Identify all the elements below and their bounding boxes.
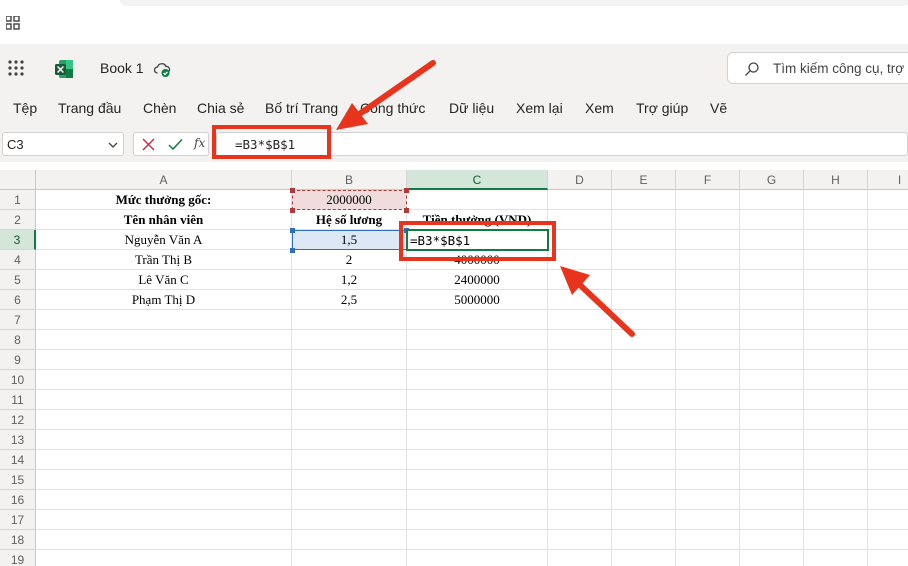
row-header-12[interactable]: 12 [0,410,36,430]
ref-handle-b1-br[interactable] [404,208,409,213]
row-header-10[interactable]: 10 [0,370,36,390]
menu-review[interactable]: Xem lại [516,100,563,116]
formula-bar: C3 fx =B3*$B$1 [0,128,908,162]
app-launcher-icon[interactable] [8,60,24,76]
column-header-e[interactable]: E [612,170,676,190]
cell-a6[interactable]: Phạm Thị D [36,290,292,310]
row-header-6[interactable]: 6 [0,290,36,310]
cell-c6[interactable]: 5000000 [407,290,548,310]
formula-input[interactable]: =B3*$B$1 [216,132,908,156]
chevron-down-icon[interactable] [107,139,119,151]
menu-page-layout[interactable]: Bố trí Trang [265,100,338,116]
row-header-7[interactable]: 7 [0,310,36,330]
browser-top-strip [0,0,908,44]
menu-view[interactable]: Xem [585,100,614,116]
ref-handle-b1-bl[interactable] [290,208,295,213]
cell-c5[interactable]: 2400000 [407,270,548,290]
cell-a3[interactable]: Nguyễn Văn A [36,230,292,250]
check-icon[interactable] [168,138,183,151]
formula-text: =B3*$B$1 [235,137,296,152]
row-header-5[interactable]: 5 [0,270,36,290]
column-header-i[interactable]: I [868,170,908,190]
row-header-4[interactable]: 4 [0,250,36,270]
column-header-a[interactable]: A [36,170,292,190]
active-cell-formula: =B3*$B$1 [410,233,471,248]
ref-handle-b3-bl[interactable] [290,248,295,253]
column-header-f[interactable]: F [676,170,740,190]
cancel-icon[interactable] [142,138,155,151]
name-box-value: C3 [7,137,24,152]
menu-draw[interactable]: Vẽ [710,100,727,116]
row-header-14[interactable]: 14 [0,450,36,470]
row-header-3[interactable]: 3 [0,230,36,250]
row-header-16[interactable]: 16 [0,490,36,510]
active-cell-c3[interactable]: =B3*$B$1 [406,229,549,251]
worksheet-grid[interactable]: A B C D E F G H I 1 2 3 4 5 6 7 8 9 10 1… [0,170,908,566]
row-header-8[interactable]: 8 [0,330,36,350]
cell-b6[interactable]: 2,5 [292,290,407,310]
row-header-9[interactable]: 9 [0,350,36,370]
menu-formulas[interactable]: Công thức [360,100,425,116]
title-bar: Book 1 Tìm kiếm công cụ, trợ [0,44,908,92]
tab-strip-edge [120,0,908,6]
row-header-19[interactable]: 19 [0,550,36,566]
column-header-c[interactable]: C [407,170,548,190]
cell-b1[interactable]: 2000000 [292,190,407,210]
menu-help[interactable]: Trợ giúp [636,100,688,116]
ribbon-menu: Tệp Trang đầu Chèn Chia sẻ Bố trí Trang … [0,92,908,128]
row-header-2[interactable]: 2 [0,210,36,230]
formula-controls: fx [133,132,209,156]
cell-a5[interactable]: Lê Văn C [36,270,292,290]
column-header-g[interactable]: G [740,170,804,190]
row-header-18[interactable]: 18 [0,530,36,550]
search-box[interactable]: Tìm kiếm công cụ, trợ [727,52,908,84]
menu-data[interactable]: Dữ liệu [449,100,494,116]
column-header-b[interactable]: B [292,170,407,190]
ref-handle-b1-tl[interactable] [290,188,295,193]
name-box[interactable]: C3 [2,132,124,156]
cell-c4[interactable]: 4000000 [407,250,548,270]
cell-a2[interactable]: Tên nhân viên [36,210,292,230]
menu-file[interactable]: Tệp [13,100,37,116]
menu-share[interactable]: Chia sẻ [197,100,244,116]
row-header-11[interactable]: 11 [0,390,36,410]
row-header-15[interactable]: 15 [0,470,36,490]
search-icon [745,62,759,76]
ref-handle-b1-tr[interactable] [404,188,409,193]
cell-b5[interactable]: 1,2 [292,270,407,290]
row-header-1[interactable]: 1 [0,190,36,210]
workbook-title[interactable]: Book 1 [100,60,144,76]
ref-handle-b3-tl[interactable] [290,228,295,233]
cell-b4[interactable]: 2 [292,250,407,270]
row-header-13[interactable]: 13 [0,430,36,450]
apps-grid-icon[interactable] [6,16,20,30]
search-placeholder: Tìm kiếm công cụ, trợ [773,61,905,76]
cloud-saved-icon[interactable] [153,60,171,78]
cell-c2[interactable]: Tiền thưởng (VND) [407,210,548,230]
column-header-h[interactable]: H [804,170,868,190]
excel-logo-icon [55,60,73,78]
select-all-corner[interactable] [0,170,36,190]
cell-b2[interactable]: Hệ số lương [292,210,407,230]
insert-function-icon[interactable]: fx [194,136,205,150]
cell-a1[interactable]: Mức thưởng gốc: [36,190,292,210]
row-header-17[interactable]: 17 [0,510,36,530]
menu-insert[interactable]: Chèn [143,100,176,116]
cell-a4[interactable]: Trần Thị B [36,250,292,270]
column-header-d[interactable]: D [548,170,612,190]
cell-b3[interactable]: 1,5 [292,230,407,250]
menu-home[interactable]: Trang đầu [58,100,121,116]
